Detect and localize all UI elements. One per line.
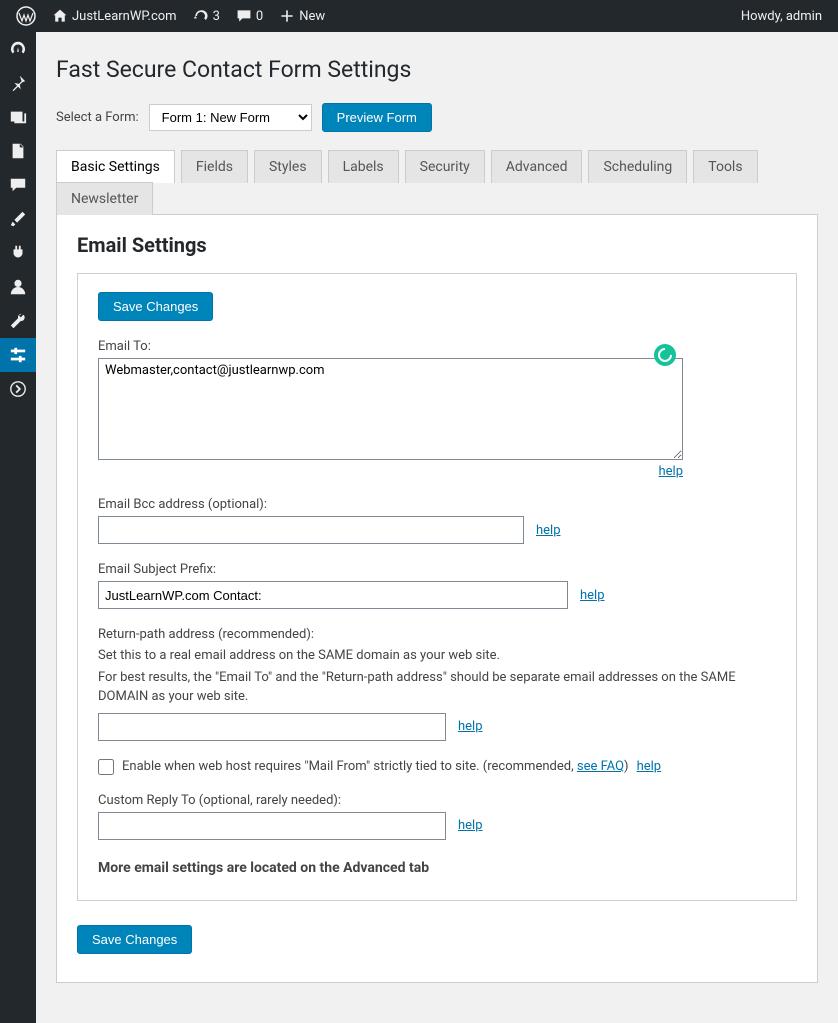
- form-select-row: Select a Form: Form 1: New Form Preview …: [56, 103, 818, 132]
- comment-icon: [236, 8, 252, 24]
- tab-newsletter[interactable]: Newsletter: [56, 182, 153, 215]
- grammarly-icon[interactable]: [654, 344, 676, 366]
- faq-link[interactable]: see FAQ: [577, 759, 624, 774]
- comments-link[interactable]: 0: [228, 0, 271, 32]
- mail-from-text: Enable when web host requires "Mail From…: [122, 759, 577, 774]
- advanced-note: More email settings are located on the A…: [98, 860, 776, 876]
- tab-styles[interactable]: Styles: [254, 150, 322, 183]
- chevron-right-circle-icon: [9, 380, 27, 398]
- tab-basic-settings[interactable]: Basic Settings: [56, 150, 175, 183]
- help-return-path[interactable]: help: [458, 719, 483, 734]
- updates-link[interactable]: 3: [185, 0, 228, 32]
- return-path-input[interactable]: [98, 713, 446, 741]
- menu-pages[interactable]: [0, 134, 36, 168]
- refresh-icon: [193, 8, 209, 24]
- brush-icon: [9, 210, 27, 228]
- admin-sidebar: [0, 32, 36, 1023]
- menu-plugins[interactable]: [0, 236, 36, 270]
- subject-prefix-label: Email Subject Prefix:: [98, 562, 776, 577]
- mail-from-checkbox[interactable]: [98, 759, 114, 775]
- save-changes-bottom[interactable]: Save Changes: [77, 925, 192, 954]
- help-custom-reply[interactable]: help: [458, 818, 483, 833]
- pin-icon: [9, 74, 27, 92]
- return-path-desc2: For best results, the "Email To" and the…: [98, 668, 776, 707]
- return-path-desc1: Set this to a real email address on the …: [98, 646, 776, 666]
- layout: Fast Secure Contact Form Settings Select…: [0, 32, 838, 1023]
- site-name: JustLearnWP.com: [72, 9, 177, 24]
- tab-labels[interactable]: Labels: [328, 150, 399, 183]
- toolbar-left: JustLearnWP.com 3 0 New: [8, 0, 333, 32]
- new-content-link[interactable]: New: [271, 0, 333, 32]
- menu-posts[interactable]: [0, 66, 36, 100]
- howdy-text: Howdy, admin: [741, 9, 822, 24]
- field-custom-reply: Custom Reply To (optional, rarely needed…: [98, 793, 776, 840]
- menu-comments[interactable]: [0, 168, 36, 202]
- plugin-icon: [9, 244, 27, 262]
- toolbar-right: Howdy, admin: [733, 0, 830, 32]
- menu-dashboard[interactable]: [0, 32, 36, 66]
- save-changes-top[interactable]: Save Changes: [98, 292, 213, 321]
- custom-reply-input[interactable]: [98, 812, 446, 840]
- menu-tools[interactable]: [0, 304, 36, 338]
- menu-appearance[interactable]: [0, 202, 36, 236]
- settings-panel: Email Settings Save Changes Email To: We…: [56, 215, 818, 983]
- comments-count: 0: [256, 9, 263, 24]
- tab-advanced[interactable]: Advanced: [491, 150, 583, 183]
- media-icon: [9, 108, 27, 126]
- updates-count: 3: [213, 9, 220, 24]
- save-bottom-row: Save Changes: [77, 925, 797, 954]
- custom-reply-label: Custom Reply To (optional, rarely needed…: [98, 793, 776, 808]
- tab-tools[interactable]: Tools: [693, 150, 757, 183]
- settings-slider-icon: [9, 346, 27, 364]
- menu-collapse[interactable]: [0, 372, 36, 406]
- wordpress-icon: [16, 6, 36, 26]
- wp-logo-menu[interactable]: [8, 0, 44, 32]
- home-icon: [52, 8, 68, 24]
- help-subject-prefix[interactable]: help: [580, 588, 605, 603]
- comments-icon: [9, 176, 27, 194]
- menu-users[interactable]: [0, 270, 36, 304]
- tab-scheduling[interactable]: Scheduling: [588, 150, 687, 183]
- bcc-label: Email Bcc address (optional):: [98, 497, 776, 512]
- field-subject-prefix: Email Subject Prefix: help: [98, 562, 776, 609]
- howdy-account[interactable]: Howdy, admin: [733, 0, 830, 32]
- form-picker[interactable]: Form 1: New Form: [149, 104, 312, 131]
- wrench-icon: [9, 312, 27, 330]
- return-path-label: Return-path address (recommended):: [98, 627, 776, 642]
- subject-prefix-input[interactable]: [98, 581, 568, 609]
- bcc-input[interactable]: [98, 516, 524, 544]
- select-form-label: Select a Form:: [56, 110, 139, 125]
- admin-toolbar: JustLearnWP.com 3 0 New Howdy, admin: [0, 0, 838, 32]
- help-mail-from[interactable]: help: [637, 759, 662, 774]
- dashboard-icon: [9, 40, 27, 58]
- section-title: Email Settings: [77, 233, 797, 257]
- preview-form-button[interactable]: Preview Form: [322, 103, 432, 132]
- tab-security[interactable]: Security: [405, 150, 485, 183]
- menu-settings-active[interactable]: [0, 338, 36, 372]
- mail-from-label: Enable when web host requires "Mail From…: [122, 759, 629, 774]
- email-to-textarea[interactable]: Webmaster,contact@justlearnwp.com: [98, 358, 683, 460]
- mail-from-row: Enable when web host requires "Mail From…: [98, 759, 776, 775]
- user-icon: [9, 278, 27, 296]
- site-name-link[interactable]: JustLearnWP.com: [44, 0, 185, 32]
- field-return-path: Return-path address (recommended): Set t…: [98, 627, 776, 741]
- main-content: Fast Secure Contact Form Settings Select…: [36, 32, 838, 1023]
- help-email-to[interactable]: help: [658, 464, 683, 479]
- field-bcc: Email Bcc address (optional): help: [98, 497, 776, 544]
- help-bcc[interactable]: help: [536, 523, 561, 538]
- plus-icon: [279, 8, 295, 24]
- tabs: Basic Settings Fields Styles Labels Secu…: [56, 150, 818, 215]
- page-title: Fast Secure Contact Form Settings: [56, 56, 818, 83]
- page-icon: [9, 142, 27, 160]
- new-label: New: [299, 9, 325, 24]
- tab-fields[interactable]: Fields: [181, 150, 248, 183]
- menu-media[interactable]: [0, 100, 36, 134]
- settings-box: Save Changes Email To: Webmaster,contact…: [77, 273, 797, 901]
- mail-from-close: ): [624, 759, 629, 774]
